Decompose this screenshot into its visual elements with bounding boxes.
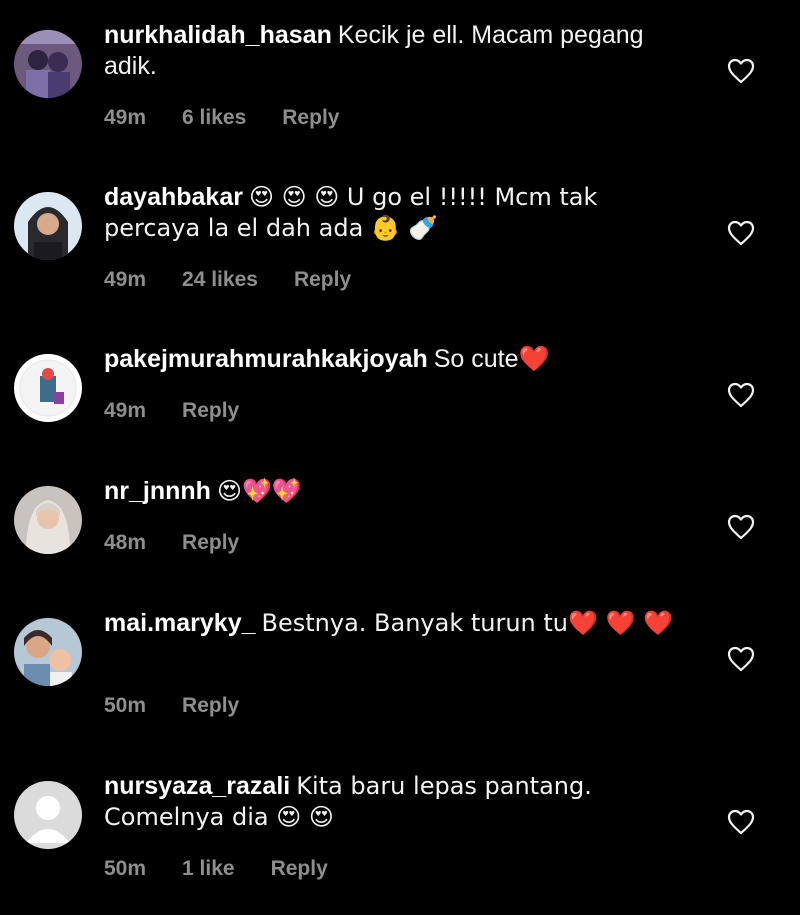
comment-text: nr_jnnnh 😍💖💖 [104, 476, 694, 507]
comment-text: dayahbakar 😍 😍 😍 U go el !!!!! Mcm tak pe… [104, 182, 694, 244]
heart-icon[interactable] [727, 220, 755, 246]
avatar[interactable] [14, 354, 82, 422]
reply-button[interactable]: Reply [182, 531, 239, 555]
avatar[interactable] [14, 486, 82, 554]
reply-button[interactable]: Reply [294, 268, 351, 292]
likes-count[interactable]: 1 like [182, 857, 235, 881]
username[interactable]: pakejmurahmurahkakjoyah [104, 345, 428, 373]
comment-text: mai.maryky_ Bestnya. Banyak turun tu❤️ ❤️… [104, 608, 694, 639]
likes-count[interactable]: 6 likes [182, 106, 246, 130]
username[interactable]: nr_jnnnh [104, 477, 211, 505]
comment-meta: 49m 24 likes Reply [104, 267, 351, 293]
username[interactable]: nursyaza_razali [104, 772, 290, 800]
comment-content: 😍💖💖 [216, 477, 302, 505]
timestamp: 50m [104, 857, 147, 880]
timestamp: 49m [104, 399, 147, 422]
avatar[interactable] [14, 192, 82, 260]
comment-meta: 49m Reply [104, 398, 239, 424]
comment-meta: 50m Reply [104, 693, 239, 719]
reply-button[interactable]: Reply [182, 399, 239, 423]
timestamp: 49m [104, 268, 147, 291]
comment-text: pakejmurahmurahkakjoyah So cute❤️ [104, 344, 694, 375]
heart-icon[interactable] [727, 646, 755, 672]
reply-button[interactable]: Reply [182, 694, 239, 718]
likes-count[interactable]: 24 likes [182, 268, 258, 292]
comment-content: Bestnya. Banyak turun tu❤️ ❤️ ❤️ [261, 609, 673, 637]
heart-icon[interactable] [727, 382, 755, 408]
comment-meta: 48m Reply [104, 530, 239, 556]
timestamp: 49m [104, 106, 147, 129]
timestamp: 48m [104, 531, 147, 554]
avatar[interactable] [14, 781, 82, 849]
comment-meta: 50m 1 like Reply [104, 856, 328, 882]
avatar[interactable] [14, 30, 82, 98]
reply-button[interactable]: Reply [282, 106, 339, 130]
heart-icon[interactable] [727, 809, 755, 835]
comment-text: nursyaza_razali Kita baru lepas pantang. … [104, 771, 694, 833]
username[interactable]: mai.maryky_ [104, 609, 256, 637]
username[interactable]: dayahbakar [104, 183, 243, 211]
avatar[interactable] [14, 618, 82, 686]
comment-content: So cute❤️ [433, 345, 550, 373]
heart-icon[interactable] [727, 514, 755, 540]
reply-button[interactable]: Reply [271, 857, 328, 881]
username[interactable]: nurkhalidah_hasan [104, 21, 332, 49]
comment-text: nurkhalidah_hasan Kecik je ell. Macam peg… [104, 20, 694, 82]
comment-meta: 49m 6 likes Reply [104, 105, 339, 131]
heart-icon[interactable] [727, 58, 755, 84]
timestamp: 50m [104, 694, 147, 717]
